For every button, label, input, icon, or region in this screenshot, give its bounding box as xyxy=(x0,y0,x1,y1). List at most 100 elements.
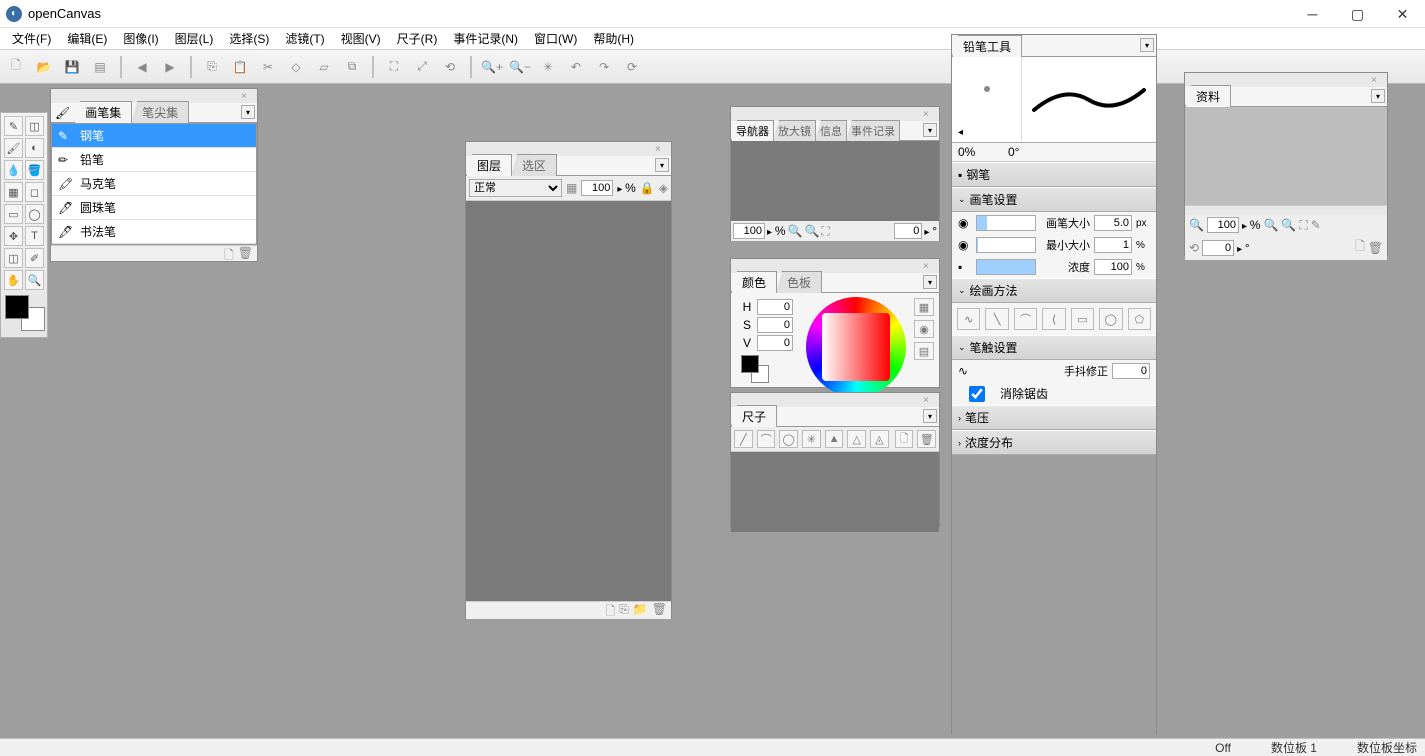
blur-tool-icon[interactable]: ◐ xyxy=(25,138,44,158)
erase-icon[interactable]: ▱ xyxy=(312,55,336,79)
ruler-ellipse-icon[interactable]: ◯ xyxy=(779,430,798,448)
brush-item-ballpoint[interactable]: 🖊圆珠笔 xyxy=(52,196,256,220)
close-button[interactable]: ✕ xyxy=(1380,0,1425,28)
draw-polygon-icon[interactable]: ⬠ xyxy=(1128,308,1151,330)
close-icon[interactable]: × xyxy=(655,144,667,156)
zoom-out-icon[interactable]: 🔍− xyxy=(508,55,532,79)
clear-icon[interactable]: ◇ xyxy=(284,55,308,79)
brush-tool-icon[interactable]: 🖌 xyxy=(4,138,23,158)
nav-rotation-input[interactable] xyxy=(894,223,922,239)
new-file-icon[interactable]: 🗋 xyxy=(4,55,28,79)
eraser-tool-icon[interactable]: ◫ xyxy=(25,116,44,136)
new-brush-icon[interactable]: 🗋 xyxy=(224,246,234,261)
mat-delete-icon[interactable]: 🗑 xyxy=(1368,241,1383,255)
stroke-settings-header[interactable]: ⌄笔触设置 xyxy=(952,335,1156,360)
mat-zoom-out-icon[interactable]: 🔍 xyxy=(1189,218,1204,232)
layer-dropdown-icon[interactable]: ▾ xyxy=(655,158,669,172)
menu-help[interactable]: 帮助(H) xyxy=(585,28,642,49)
layer-opacity-input[interactable] xyxy=(581,180,613,196)
draw-line-icon[interactable]: ╲ xyxy=(985,308,1008,330)
ruler-delete-icon[interactable]: 🗑 xyxy=(917,430,936,448)
ruler-list[interactable] xyxy=(731,452,939,532)
menu-select[interactable]: 选择(S) xyxy=(221,28,277,49)
close-icon[interactable]: × xyxy=(923,109,935,121)
fg-color-well[interactable] xyxy=(741,355,759,373)
ruler-straight-icon[interactable]: ╱ xyxy=(734,430,753,448)
brush-item-marker[interactable]: 🖍马克笔 xyxy=(52,172,256,196)
select-tool-icon[interactable]: ▭ xyxy=(4,204,23,224)
crop-icon[interactable]: ⧉ xyxy=(340,55,364,79)
material-tab[interactable]: 资料 xyxy=(1185,85,1231,107)
mat-copy-icon[interactable]: 🗋 xyxy=(1355,237,1365,258)
menu-event[interactable]: 事件记录(N) xyxy=(445,28,526,49)
cut-icon[interactable]: ✂ xyxy=(256,55,280,79)
menu-image[interactable]: 图像(I) xyxy=(115,28,166,49)
opacity-dist-header[interactable]: ›浓度分布 xyxy=(952,430,1156,455)
brushset-tab-icon[interactable]: 🖌 xyxy=(51,104,74,122)
layer-titlebar[interactable]: × xyxy=(466,142,671,156)
menu-file[interactable]: 文件(F) xyxy=(4,28,59,49)
menu-edit[interactable]: 编辑(E) xyxy=(59,28,115,49)
copy-icon[interactable]: ⎘ xyxy=(200,55,224,79)
brush-settings-header[interactable]: ⌄画笔设置 xyxy=(952,187,1156,212)
close-icon[interactable]: × xyxy=(241,91,253,103)
brushset-titlebar[interactable]: × xyxy=(51,89,257,103)
zoom-fit-icon[interactable]: ✳ xyxy=(536,55,560,79)
layer-list[interactable] xyxy=(466,201,671,601)
shape-tool-icon[interactable]: ◻ xyxy=(25,182,44,202)
ruler-titlebar[interactable]: × xyxy=(731,393,939,407)
color-mode-1-icon[interactable]: ▦ xyxy=(914,298,934,316)
ruler-parallel-icon[interactable]: △ xyxy=(847,430,866,448)
brush-item-pen[interactable]: ✎钢笔 xyxy=(52,124,256,148)
min-size-slider[interactable] xyxy=(976,237,1036,253)
menu-window[interactable]: 窗口(W) xyxy=(526,28,585,49)
material-titlebar[interactable]: × xyxy=(1185,73,1387,87)
draw-ellipse-icon[interactable]: ◯ xyxy=(1099,308,1122,330)
menu-view[interactable]: 视图(V) xyxy=(333,28,389,49)
text-tool-icon[interactable]: T xyxy=(25,226,44,246)
magnifier-tab[interactable]: 放大镜 xyxy=(773,120,816,141)
zoom-fit-icon[interactable]: ⛶ xyxy=(821,224,829,239)
delete-brush-icon[interactable]: 🗑 xyxy=(238,246,253,261)
opacity-slider[interactable] xyxy=(976,259,1036,275)
draw-polyline-icon[interactable]: ⟨ xyxy=(1042,308,1065,330)
color-mode-2-icon[interactable]: ◉ xyxy=(914,320,934,338)
layer-link-icon[interactable]: ◈ xyxy=(659,181,668,195)
transform-icon[interactable]: ⛶ xyxy=(382,55,406,79)
info-tab[interactable]: 信息 xyxy=(815,120,847,141)
pen-pressure-header[interactable]: ›笔压 xyxy=(952,405,1156,430)
pen-tool-icon[interactable]: ✎ xyxy=(4,116,23,136)
drop-tool-icon[interactable]: 💧 xyxy=(4,160,23,180)
mat-zoom-in-icon[interactable]: 🔍 xyxy=(1263,218,1278,232)
param-indicator-icon[interactable]: ▪ xyxy=(958,260,972,274)
next-icon[interactable]: ▶ xyxy=(158,55,182,79)
ruler-focus-icon[interactable]: ✳ xyxy=(802,430,821,448)
nav-titlebar[interactable]: × xyxy=(731,107,939,121)
close-icon[interactable]: × xyxy=(923,261,935,273)
draw-freehand-icon[interactable]: ∿ xyxy=(957,308,980,330)
scale-icon[interactable]: ⤢ xyxy=(410,55,434,79)
maximize-button[interactable]: ▢ xyxy=(1335,0,1380,28)
s-input[interactable] xyxy=(757,317,793,333)
brushset-dropdown-icon[interactable]: ▾ xyxy=(241,105,255,119)
mat-eyedropper-icon[interactable]: ✎ xyxy=(1311,218,1321,232)
zoom-out-icon[interactable]: 🔍 xyxy=(787,224,802,238)
brushset-tab[interactable]: 画笔集 xyxy=(74,101,132,123)
refresh-icon[interactable]: ⟳ xyxy=(620,55,644,79)
nav-dropdown-icon[interactable]: ▾ xyxy=(923,123,937,137)
open-file-icon[interactable]: 📂 xyxy=(32,55,56,79)
minimize-button[interactable]: ─ xyxy=(1290,0,1335,28)
layer-tab[interactable]: 图层 xyxy=(466,154,512,176)
foreground-color[interactable] xyxy=(5,295,29,319)
menu-ruler[interactable]: 尺子(R) xyxy=(389,28,446,49)
layer-visibility-icon[interactable]: ▦ xyxy=(566,181,577,195)
brush-item-calligraphy[interactable]: 🖋书法笔 xyxy=(52,220,256,244)
param-indicator-icon[interactable]: ◉ xyxy=(958,216,972,230)
gradient-tool-icon[interactable]: ▦ xyxy=(4,182,23,202)
paste-icon[interactable]: 📋 xyxy=(228,55,252,79)
brush-size-input[interactable] xyxy=(1094,215,1132,231)
pencil-tool-tab[interactable]: 铅笔工具 xyxy=(952,35,1022,57)
navigator-tab[interactable]: 导航器 xyxy=(731,120,774,141)
mat-zoom-fit-icon[interactable]: 🔍 xyxy=(1281,218,1296,232)
event-icon[interactable]: ▤ xyxy=(88,55,112,79)
